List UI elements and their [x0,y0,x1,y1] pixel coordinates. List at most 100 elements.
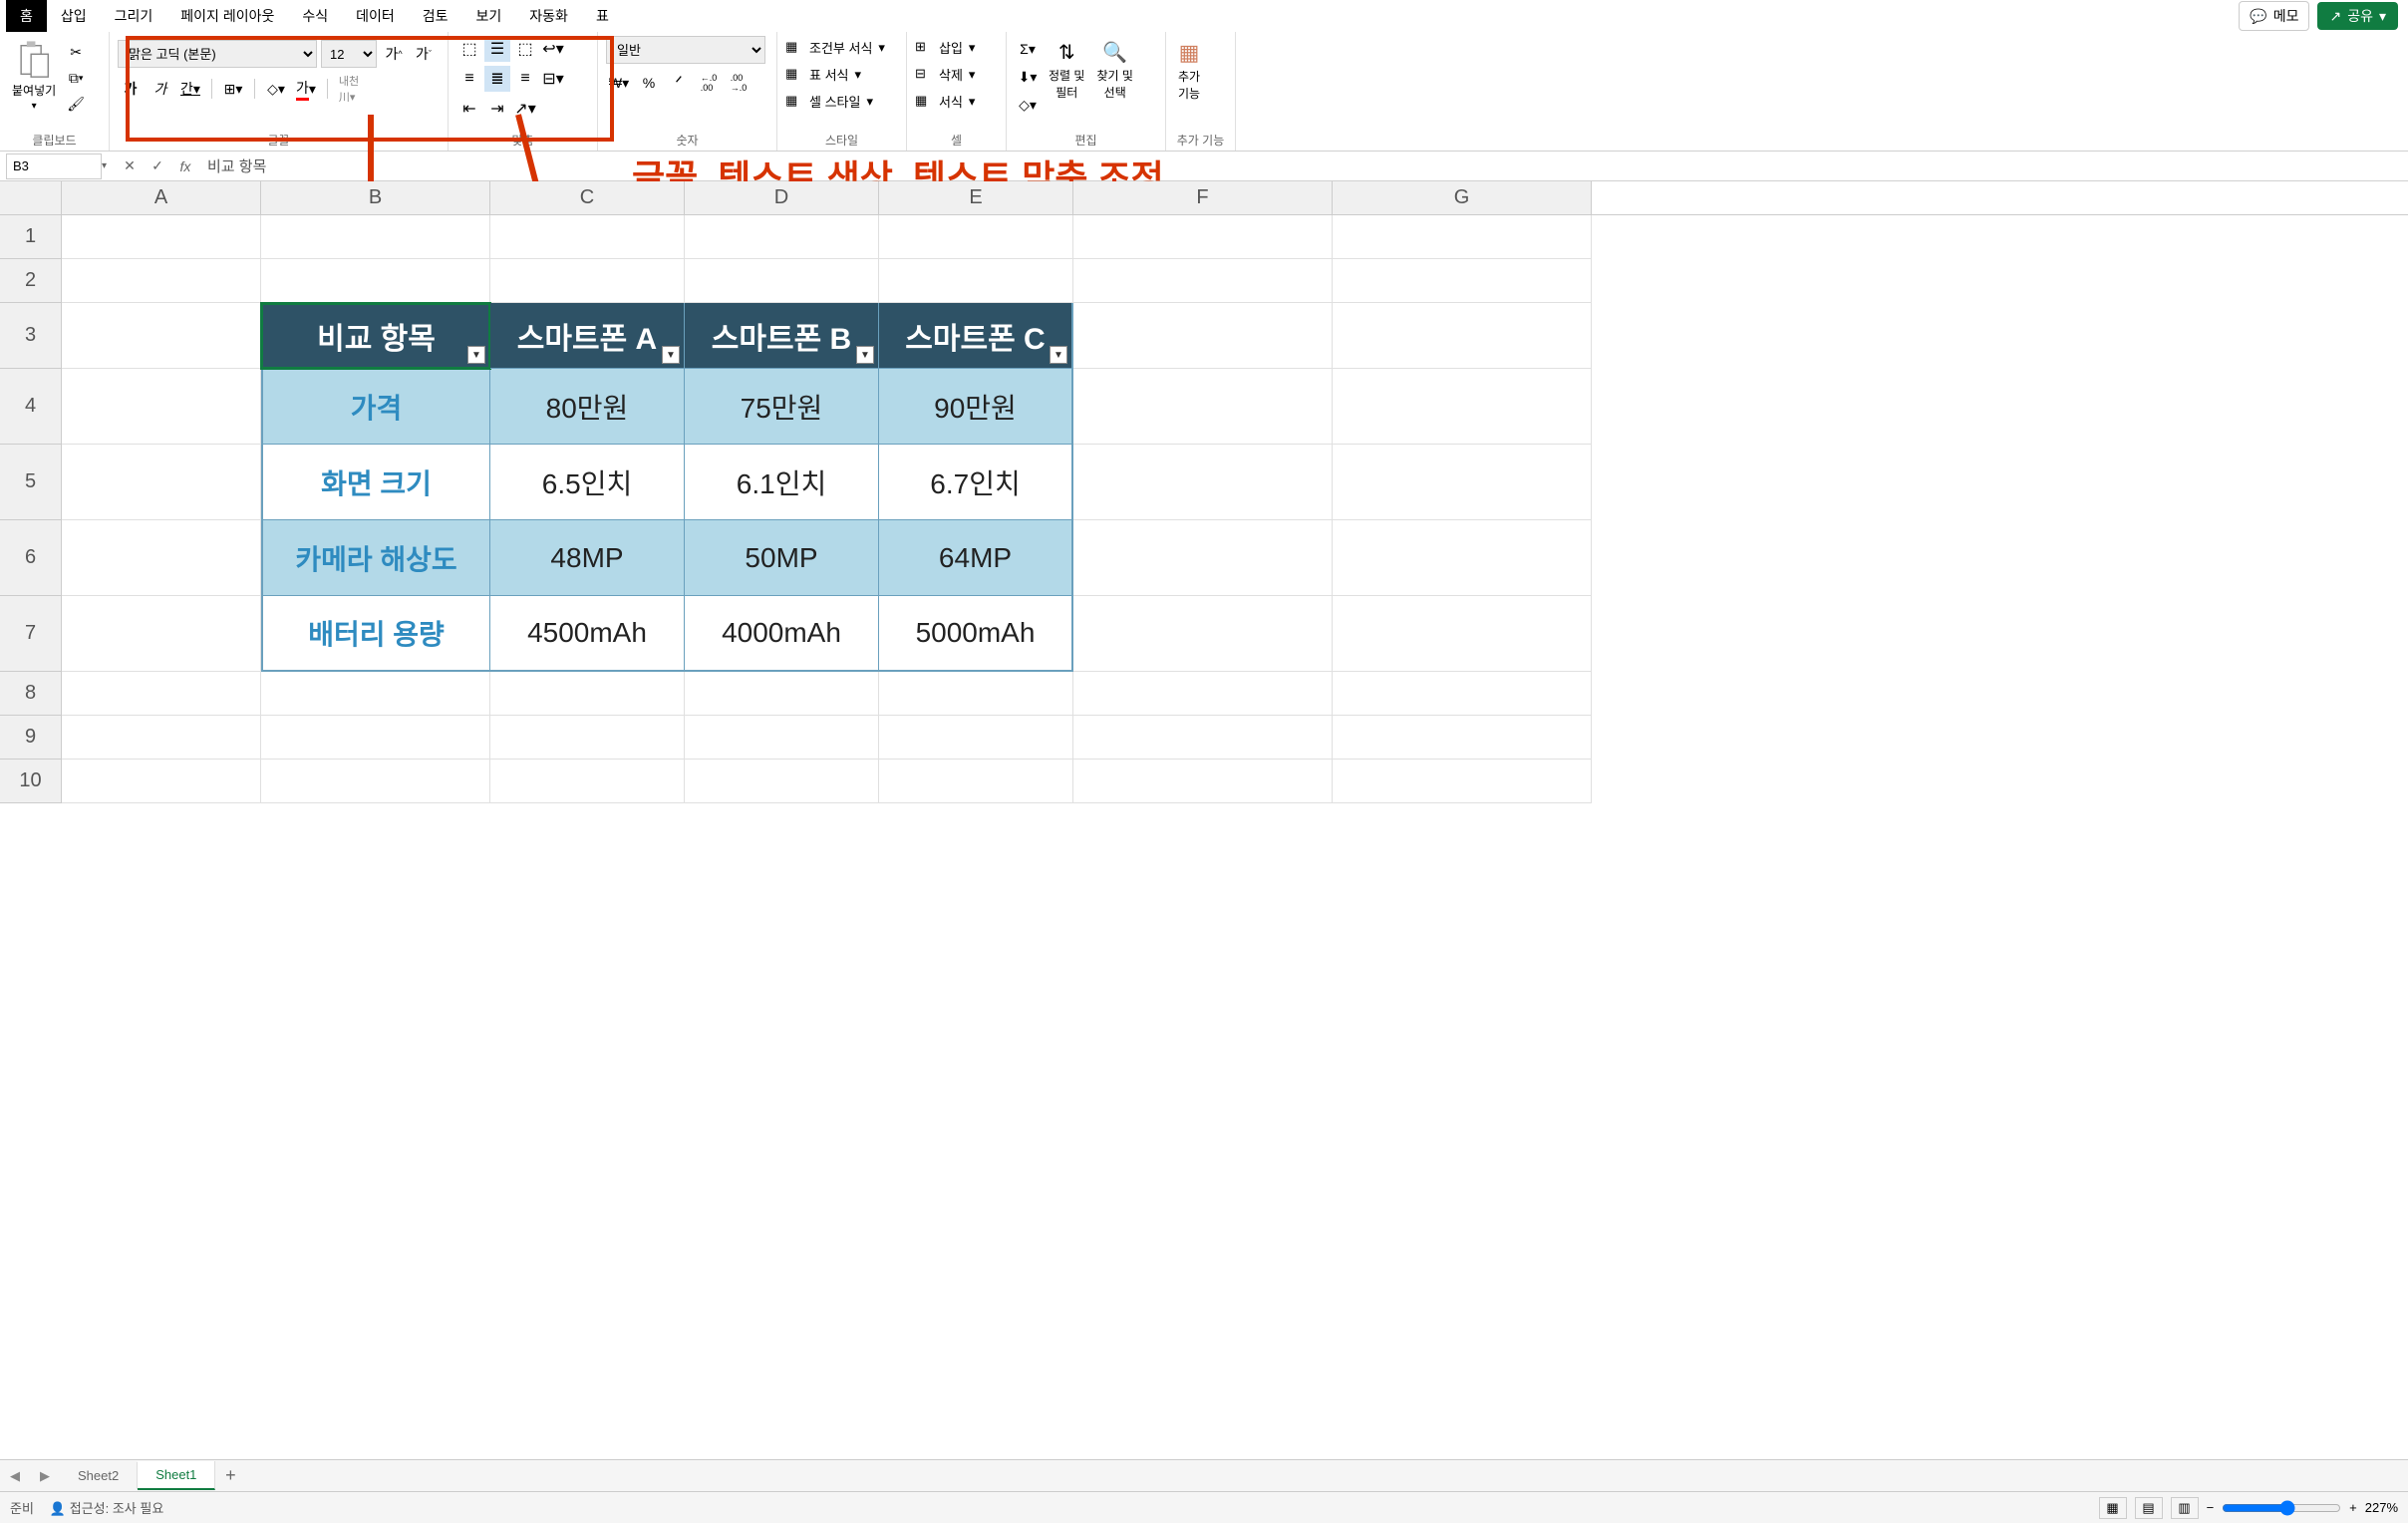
view-page-layout-button[interactable]: ▤ [2135,1497,2163,1519]
cell-D9[interactable] [685,716,879,760]
cell-B6[interactable]: 카메라 해상도 [261,520,490,596]
name-box-dropdown[interactable]: ▾ [102,160,116,171]
cell-E10[interactable] [879,760,1073,803]
addins-button[interactable]: ▦ 추가 기능 [1174,36,1204,106]
cell-C1[interactable] [490,215,685,259]
cell-E6[interactable]: 64MP [879,520,1073,596]
cell-D10[interactable] [685,760,879,803]
row-header-8[interactable]: 8 [0,672,62,716]
orientation-button[interactable]: ↗▾ [512,96,538,122]
row-header-7[interactable]: 7 [0,596,62,672]
row-header-1[interactable]: 1 [0,215,62,259]
cell-G2[interactable] [1333,259,1592,303]
cell-E7[interactable]: 5000mAh [879,596,1073,672]
cell-C2[interactable] [490,259,685,303]
cell-A10[interactable] [62,760,261,803]
cell-E9[interactable] [879,716,1073,760]
cell-B3[interactable]: 비교 항목▼ [261,303,490,369]
filter-button[interactable]: ▼ [662,346,680,364]
cell-G6[interactable] [1333,520,1592,596]
cell-C7[interactable]: 4500mAh [490,596,685,672]
bold-button[interactable]: 가 [118,76,144,102]
confirm-formula-button[interactable]: ✓ [144,157,171,174]
col-header-a[interactable]: A [62,181,261,214]
table-format-button[interactable]: ▦표 서식▾ [785,63,861,86]
view-normal-button[interactable]: ▦ [2099,1497,2127,1519]
col-header-b[interactable]: B [261,181,490,214]
cell-G4[interactable] [1333,369,1592,445]
decrease-decimal-button[interactable]: .00→.0 [726,70,752,96]
cut-button[interactable]: ✂ [64,40,88,64]
sort-filter-button[interactable]: ⇅ 정렬 및 필터 [1045,36,1088,105]
cell-F1[interactable] [1073,215,1333,259]
menu-data[interactable]: 데이터 [342,0,409,32]
align-center-button[interactable]: ≣ [484,66,510,92]
cell-C5[interactable]: 6.5인치 [490,445,685,520]
menu-view[interactable]: 보기 [462,0,516,32]
zoom-slider[interactable] [2222,1500,2341,1516]
cell-E8[interactable] [879,672,1073,716]
cell-C10[interactable] [490,760,685,803]
cell-B4[interactable]: 가격 [261,369,490,445]
delete-cells-button[interactable]: ⊟삭제▾ [915,63,975,86]
number-format-select[interactable]: 일반 [606,36,765,64]
font-color-button[interactable]: 가▾ [293,76,319,102]
name-box[interactable]: B3 [6,153,102,179]
cell-A2[interactable] [62,259,261,303]
cell-D8[interactable] [685,672,879,716]
col-header-d[interactable]: D [685,181,879,214]
menu-formulas[interactable]: 수식 [288,0,342,32]
cell-C8[interactable] [490,672,685,716]
sheet-nav-next[interactable]: ▶ [30,1468,60,1484]
ruby-button[interactable]: 내천川▾ [336,76,362,102]
menu-insert[interactable]: 삽입 [47,0,101,32]
cell-E3[interactable]: 스마트폰 C▼ [879,303,1073,369]
zoom-in-button[interactable]: + [2349,1500,2357,1515]
share-button[interactable]: ↗ 공유 ▾ [2317,2,2398,30]
insert-cells-button[interactable]: ⊞삽입▾ [915,36,975,59]
cell-B1[interactable] [261,215,490,259]
col-header-g[interactable]: G [1333,181,1592,214]
cell-B2[interactable] [261,259,490,303]
cell-A4[interactable] [62,369,261,445]
row-header-4[interactable]: 4 [0,369,62,445]
cell-F5[interactable] [1073,445,1333,520]
row-header-6[interactable]: 6 [0,520,62,596]
menu-draw[interactable]: 그리기 [101,0,167,32]
italic-button[interactable]: 가 [148,76,173,102]
currency-button[interactable]: ₩▾ [606,70,632,96]
cell-D3[interactable]: 스마트폰 B▼ [685,303,879,369]
status-accessibility[interactable]: 👤 접근성: 조사 필요 [50,1498,163,1517]
cell-D7[interactable]: 4000mAh [685,596,879,672]
cell-G7[interactable] [1333,596,1592,672]
cell-F7[interactable] [1073,596,1333,672]
formula-input[interactable]: 비교 항목 [199,153,2408,178]
cell-A8[interactable] [62,672,261,716]
conditional-format-button[interactable]: ▦조건부 서식▾ [785,36,885,59]
cell-G10[interactable] [1333,760,1592,803]
cell-A7[interactable] [62,596,261,672]
font-size-select[interactable]: 12 [321,40,377,68]
cell-G9[interactable] [1333,716,1592,760]
inc-indent-button[interactable]: ⇥ [484,96,510,122]
fill-color-button[interactable]: ◇▾ [263,76,289,102]
cell-E4[interactable]: 90만원 [879,369,1073,445]
cell-B10[interactable] [261,760,490,803]
menu-review[interactable]: 검토 [409,0,462,32]
align-top-button[interactable]: ⬚ [456,36,482,62]
cell-A3[interactable] [62,303,261,369]
cell-A9[interactable] [62,716,261,760]
autosum-button[interactable]: Σ▾ [1015,36,1041,62]
cell-C4[interactable]: 80만원 [490,369,685,445]
cell-B9[interactable] [261,716,490,760]
cell-G5[interactable] [1333,445,1592,520]
paste-button[interactable]: 붙여넣기 ▾ [8,36,60,116]
cell-D4[interactable]: 75만원 [685,369,879,445]
menu-automate[interactable]: 자동화 [515,0,582,32]
row-header-2[interactable]: 2 [0,259,62,303]
cell-B7[interactable]: 배터리 용량 [261,596,490,672]
cell-C9[interactable] [490,716,685,760]
copy-button[interactable]: ⧉▾ [64,66,88,90]
filter-button[interactable]: ▼ [1050,346,1067,364]
cell-G8[interactable] [1333,672,1592,716]
